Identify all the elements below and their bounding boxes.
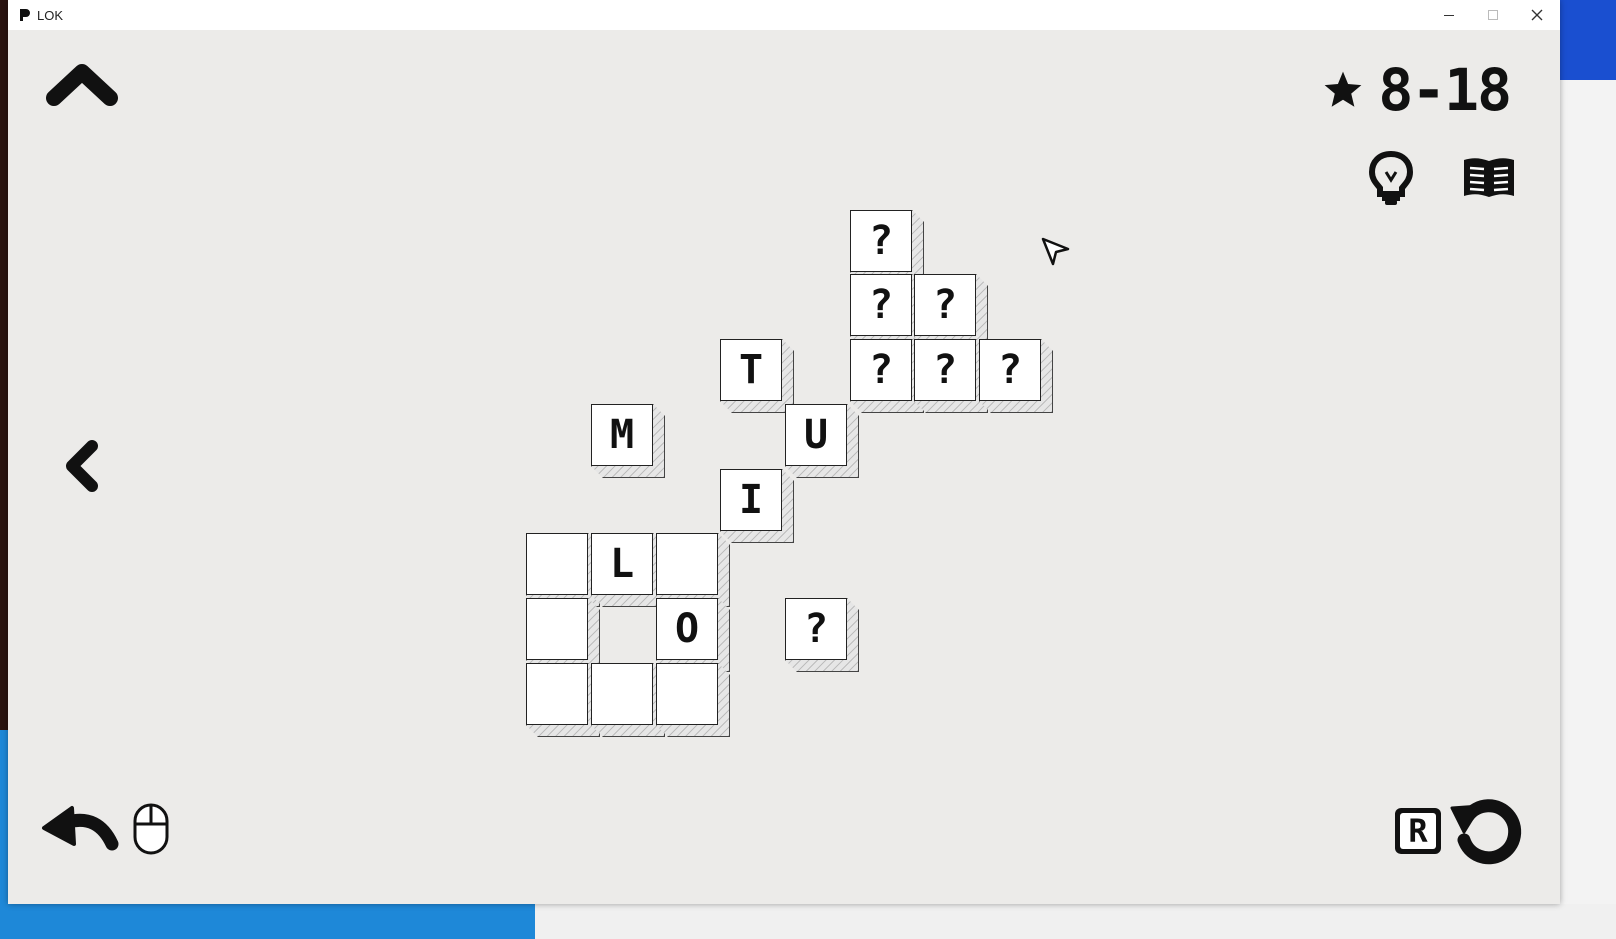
tile-blank-1[interactable] — [526, 533, 588, 595]
game-window: LOK 8-18 ? ? ? ? ? ? T M U I L O ? R — [8, 0, 1560, 904]
undo-arrow-icon[interactable] — [40, 800, 124, 856]
level-label: 8-18 — [1378, 56, 1512, 124]
tile-q6[interactable]: ? — [979, 339, 1041, 401]
tile-blank-4[interactable] — [526, 663, 588, 725]
reset-key-label: R — [1400, 812, 1436, 850]
level-indicator: 8-18 — [1322, 56, 1512, 124]
tile-t[interactable]: T — [720, 339, 782, 401]
tile-blank-2[interactable] — [656, 533, 718, 595]
tile-blank-6[interactable] — [656, 663, 718, 725]
title-bar: LOK — [8, 0, 1560, 30]
star-icon — [1324, 71, 1362, 107]
reset-key-hint: R — [1395, 808, 1441, 854]
close-icon — [1531, 9, 1543, 21]
tile-q7[interactable]: ? — [785, 598, 847, 660]
tile-u[interactable]: U — [785, 404, 847, 466]
reset-icon[interactable] — [1450, 794, 1526, 866]
tile-o[interactable]: O — [656, 598, 718, 660]
tile-blank-3[interactable] — [526, 598, 588, 660]
book-icon[interactable] — [1460, 154, 1518, 202]
close-button[interactable] — [1514, 0, 1560, 30]
mouse-icon — [133, 803, 169, 855]
tile-l[interactable]: L — [591, 533, 653, 595]
window-title: LOK — [37, 7, 64, 23]
maximize-button[interactable] — [1470, 0, 1516, 30]
game-area: 8-18 ? ? ? ? ? ? T M U I L O ? R — [8, 30, 1560, 904]
tile-q1[interactable]: ? — [850, 210, 912, 272]
tile-q4[interactable]: ? — [850, 339, 912, 401]
desktop-edge-right — [1560, 0, 1616, 939]
maximize-icon — [1488, 10, 1498, 20]
tile-q3[interactable]: ? — [914, 274, 976, 336]
minimize-button[interactable] — [1426, 0, 1472, 30]
tile-q2[interactable]: ? — [850, 274, 912, 336]
app-icon — [16, 7, 32, 23]
minimize-icon — [1444, 15, 1454, 16]
tile-i[interactable]: I — [720, 469, 782, 531]
chevron-up-icon[interactable] — [46, 64, 118, 112]
cursor-arrow-icon — [1041, 237, 1070, 266]
tile-blank-5[interactable] — [591, 663, 653, 725]
tile-q5[interactable]: ? — [914, 339, 976, 401]
taskbar-fragment-blue — [0, 904, 535, 939]
lightbulb-icon[interactable] — [1366, 150, 1416, 208]
tile-m[interactable]: M — [591, 404, 653, 466]
desktop-edge-right-blue — [1560, 0, 1616, 80]
chevron-left-icon[interactable] — [60, 438, 104, 494]
